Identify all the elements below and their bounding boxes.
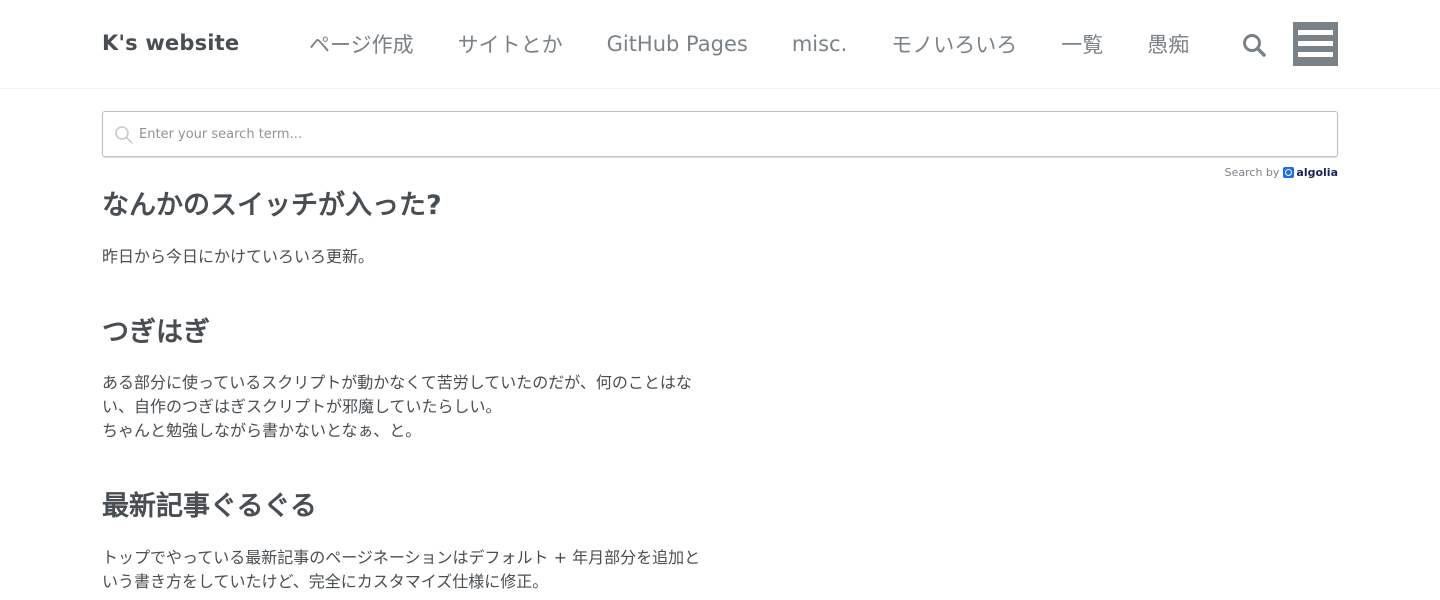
paragraph-line: ある部分に使っているスクリプトが動かなくて苦労していたのだが、何のことはな xyxy=(102,373,692,392)
paragraph-line: い、自作のつぎはぎスクリプトが邪魔していたらしい。 xyxy=(102,397,502,416)
section-paragraph: 昨日から今日にかけていろいろ更新。 xyxy=(102,245,722,269)
search-box xyxy=(102,111,1338,157)
section-heading: つぎはぎ xyxy=(102,317,210,348)
nav-item-page-creation[interactable]: ページ作成 xyxy=(309,29,414,59)
search-attribution[interactable]: Search by algolia xyxy=(1225,166,1338,179)
nav-item-goods[interactable]: モノいろいろ xyxy=(891,29,1017,59)
algolia-logo-icon xyxy=(1283,167,1295,178)
paragraph-line: ちゃんと勉強しながら書かないとなぁ、と。 xyxy=(102,421,422,440)
paragraph-line: トップでやっている最新記事のページネーションはデフォルト + 年月部分を追加と xyxy=(102,548,701,567)
section-paragraph: トップでやっている最新記事のページネーションはデフォルト + 年月部分を追加と … xyxy=(102,546,722,594)
search-by-label: Search by xyxy=(1224,166,1280,179)
nav-item-site[interactable]: サイトとか xyxy=(458,29,563,59)
site-title-link[interactable]: K's website xyxy=(102,31,239,55)
section-paragraph: ある部分に使っているスクリプトが動かなくて苦労していたのだが、何のことはな い、… xyxy=(102,371,722,443)
algolia-logo-text: algolia xyxy=(1296,166,1338,179)
nav-item-github-pages[interactable]: GitHub Pages xyxy=(607,32,748,56)
nav-item-list[interactable]: 一覧 xyxy=(1061,29,1103,59)
section-heading: なんかのスイッチが入った? xyxy=(102,190,442,221)
search-toggle-button[interactable] xyxy=(1239,30,1269,60)
section-heading: 最新記事ぐるぐる xyxy=(102,491,317,522)
search-input-icon xyxy=(115,126,133,144)
nav-item-complaints[interactable]: 愚痴 xyxy=(1147,29,1189,59)
nav-item-misc[interactable]: misc. xyxy=(792,32,847,56)
search-input[interactable] xyxy=(137,120,1317,148)
paragraph-line: いう書き方をしていたけど、完全にカスタマイズ仕様に修正。 xyxy=(102,572,549,591)
main-nav: ページ作成 サイトとか GitHub Pages misc. モノいろいろ 一覧… xyxy=(287,29,1211,59)
search-icon xyxy=(1243,34,1266,57)
paragraph-line: 昨日から今日にかけていろいろ更新。 xyxy=(102,247,375,266)
masthead: K's website ページ作成 サイトとか GitHub Pages mis… xyxy=(0,0,1440,89)
hamburger-menu-button[interactable] xyxy=(1293,22,1338,66)
